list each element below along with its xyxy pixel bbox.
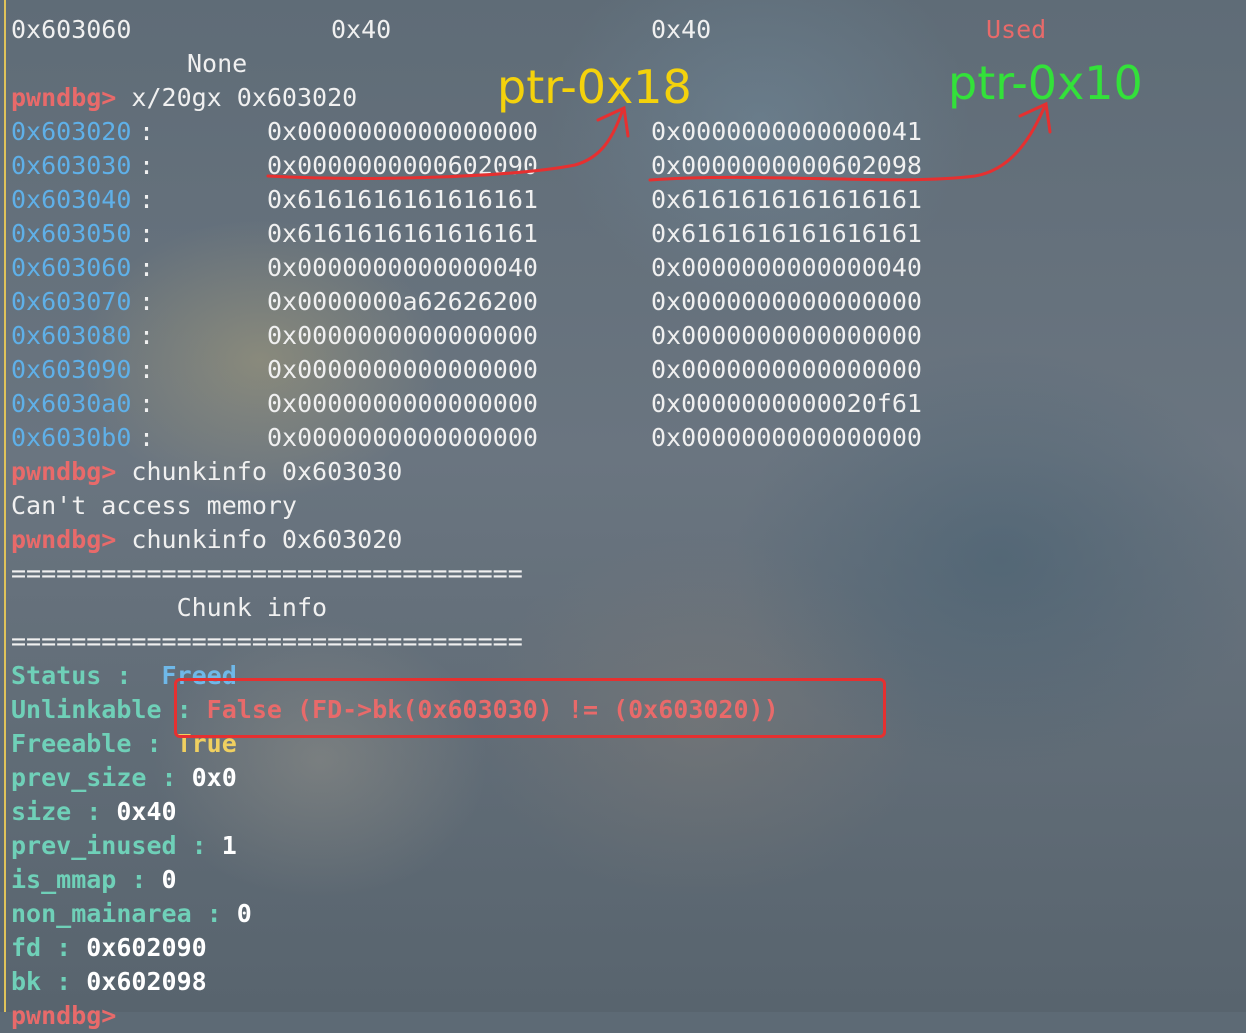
bk-underline-arrow: [648, 106, 1046, 182]
fd-underline-arrow: [266, 110, 624, 180]
annotation-arrows: [266, 101, 1052, 182]
